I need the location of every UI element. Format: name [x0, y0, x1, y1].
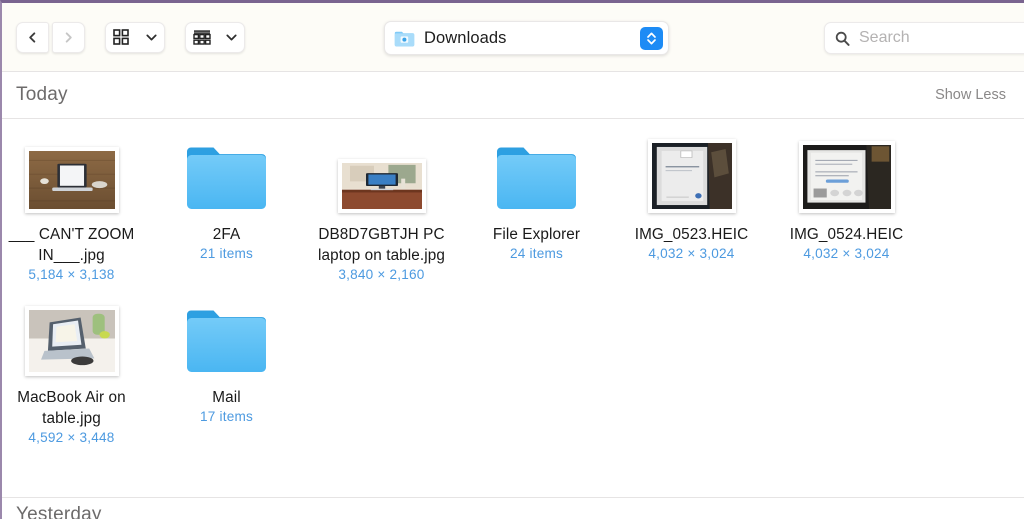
- item-meta: 3,840 × 2,160: [338, 267, 425, 283]
- icon-view-button[interactable]: [105, 21, 165, 53]
- thumbnail-area: [337, 133, 426, 213]
- path-stepper-icon[interactable]: [640, 26, 663, 50]
- thumbnail-area: [24, 296, 119, 377]
- file-item[interactable]: MacBook Air on table.jpg 4,592 × 3,448: [2, 296, 149, 446]
- group-by-button[interactable]: [185, 21, 245, 53]
- folder-item[interactable]: File Explorer 24 items: [459, 133, 614, 282]
- up-down-chevrons-icon: [647, 32, 656, 44]
- show-less-button[interactable]: Show Less: [935, 87, 1006, 103]
- pc-monitor-on-desk-photo: [341, 163, 422, 209]
- photo-of-laptop-screen-dark: [651, 143, 732, 209]
- group-title: Today: [16, 84, 68, 105]
- chevron-down-icon: [226, 34, 237, 40]
- chevron-down-icon: [146, 34, 157, 40]
- forward-button[interactable]: [52, 21, 85, 53]
- blue-folder-icon: [497, 147, 576, 209]
- item-name: MacBook Air on table.jpg: [17, 389, 126, 428]
- path-popup-button[interactable]: Downloads: [384, 21, 669, 55]
- file-item[interactable]: IMG_0523.HEIC 4,032 × 3,024: [614, 133, 769, 282]
- item-name: File Explorer: [492, 226, 581, 243]
- finder-window: Downloads Today Show Less ___ CAN'T ZOOM…: [0, 0, 1024, 519]
- group-header-yesterday: Yesterday: [2, 497, 1024, 519]
- search-field[interactable]: [824, 22, 1024, 54]
- photo-of-screen-dialog: [802, 145, 891, 209]
- navigation-buttons: [16, 21, 85, 53]
- file-item[interactable]: IMG_0524.HEIC 4,032 × 3,024: [769, 133, 924, 282]
- thumbnail-area: [24, 133, 119, 213]
- chevron-right-icon: [65, 31, 72, 43]
- group-header-today: Today Show Less: [2, 71, 1024, 118]
- item-name: ___ CAN'T ZOOM IN___.jpg: [8, 226, 135, 265]
- item-meta: 4,032 × 3,024: [648, 246, 735, 262]
- item-meta: 21 items: [200, 246, 253, 262]
- item-name: DB8D7GBTJH PC laptop on table.jpg: [318, 226, 445, 265]
- search-input[interactable]: [859, 29, 1024, 47]
- back-button[interactable]: [16, 21, 49, 53]
- item-meta: 17 items: [200, 409, 253, 425]
- blue-folder-icon: [187, 147, 266, 209]
- thumbnail-area: [494, 133, 579, 213]
- file-thumbnail: [798, 141, 895, 213]
- chevron-left-icon: [29, 31, 36, 43]
- macbook-air-on-table-photo: [28, 310, 115, 373]
- path-label: Downloads: [424, 28, 507, 47]
- item-meta: 5,184 × 3,138: [28, 267, 115, 283]
- file-item[interactable]: DB8D7GBTJH PC laptop on table.jpg 3,840 ×…: [304, 133, 459, 282]
- group-title: Yesterday: [16, 504, 102, 519]
- thumbnail-area: [184, 133, 269, 213]
- item-name: Mail: [212, 389, 241, 407]
- blue-folder-icon: [187, 310, 266, 373]
- file-grid: ___ CAN'T ZOOM IN___.jpg 5,184 × 3,138 2FA…: [2, 118, 1024, 446]
- thumbnail-area: [798, 133, 895, 213]
- file-grid-row: ___ CAN'T ZOOM IN___.jpg 5,184 × 3,138 2FA…: [2, 119, 1024, 282]
- thumbnail-area: [184, 296, 269, 376]
- folder-item[interactable]: 2FA 21 items: [149, 133, 304, 282]
- item-name: IMG_0523.HEIC: [634, 226, 749, 243]
- item-name: 2FA: [212, 226, 241, 243]
- file-thumbnail: [24, 306, 119, 377]
- file-thumbnail: [337, 159, 426, 213]
- item-meta: 4,032 × 3,024: [803, 246, 890, 262]
- laptop-on-wooden-desk-photo: [28, 151, 115, 209]
- toolbar: Downloads: [2, 3, 1024, 71]
- item-meta: 4,592 × 3,448: [28, 430, 115, 446]
- arrange-by-icon: [193, 29, 211, 45]
- file-thumbnail: [24, 147, 119, 213]
- search-icon: [835, 31, 850, 46]
- file-grid-row: MacBook Air on table.jpg 4,592 × 3,448 Mai…: [2, 282, 1024, 445]
- folder-item[interactable]: Mail 17 items: [149, 296, 304, 445]
- thumbnail-area: [647, 133, 736, 213]
- file-thumbnail: [647, 139, 736, 213]
- item-name: IMG_0524.HEIC: [789, 226, 904, 243]
- item-meta: 24 items: [510, 246, 563, 262]
- downloads-folder-icon: [394, 31, 415, 46]
- grid-view-icon: [113, 29, 129, 45]
- file-item[interactable]: ___ CAN'T ZOOM IN___.jpg 5,184 × 3,138: [2, 133, 149, 283]
